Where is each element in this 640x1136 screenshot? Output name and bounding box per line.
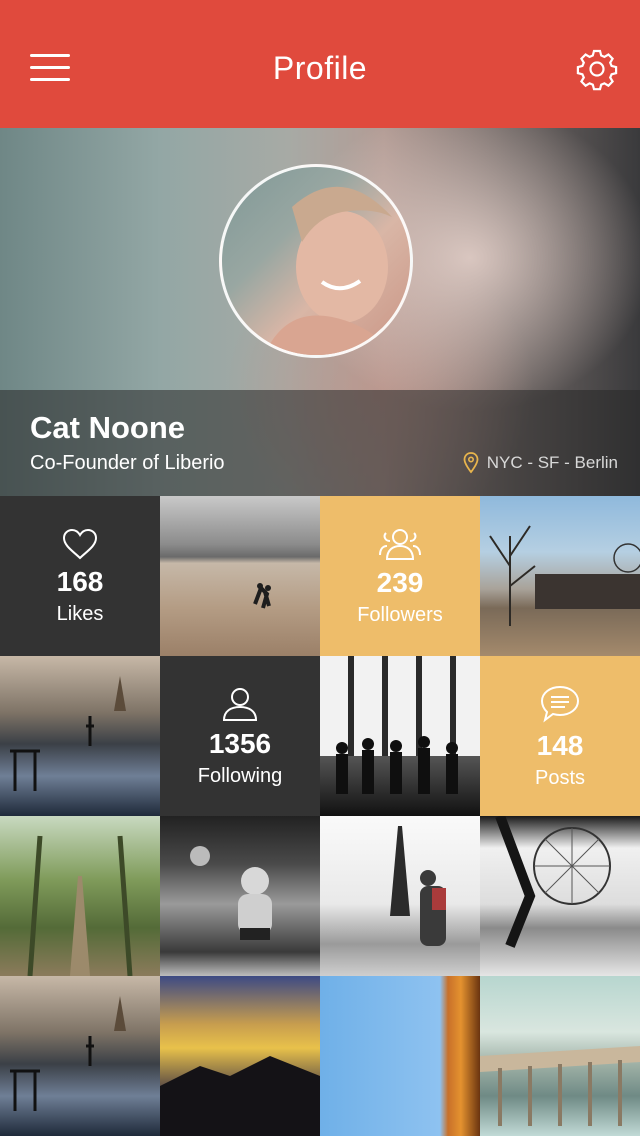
photo-content [10,996,126,1111]
photo-tile[interactable] [320,656,480,816]
posts-count: 148 [536,730,584,761]
profile-location: NYC - SF - Berlin [463,452,618,474]
page-title: Profile [272,50,368,86]
photo-content [489,525,640,626]
followers-stat[interactable]: 239 Followers [320,496,480,656]
photo-tile[interactable] [0,656,160,816]
profile-role: Co-Founder of Liberio [30,452,225,474]
photo-tile[interactable] [0,816,160,976]
gear-icon [576,49,618,91]
photo-tile[interactable] [160,976,320,1136]
app-header: Profile [0,0,640,128]
photo-tile[interactable] [160,816,320,976]
photo-content [390,826,446,946]
photo-tile[interactable] [320,816,480,976]
photo-content [336,736,458,794]
profile-name: Cat Noone [30,410,185,445]
location-text: NYC - SF - Berlin [486,453,618,472]
profile-info-bar: Cat Noone Co-Founder of Liberio NYC - SF… [0,390,640,496]
chat-bubble-icon [540,685,580,723]
likes-stat[interactable]: 168 Likes [0,496,160,656]
following-label: Following [197,765,283,787]
photo-content [190,846,272,940]
users-icon [379,529,421,560]
photo-content [480,1046,640,1126]
photo-tile[interactable] [320,976,480,1136]
profile-grid: 168 Likes 239 Followers 1356 Following 1… [0,496,640,1136]
photo-content [27,835,133,976]
photo-tile[interactable] [480,816,640,976]
heart-icon [62,528,98,560]
avatar[interactable] [219,164,413,358]
following-count: 1356 [208,728,272,759]
photo-content [160,1056,320,1136]
photo-tile[interactable] [480,496,640,656]
following-stat[interactable]: 1356 Following [160,656,320,816]
photo-content [253,583,271,609]
likes-label: Likes [56,603,104,625]
followers-count: 239 [376,567,424,598]
settings-button[interactable] [574,46,620,92]
user-icon [222,688,258,721]
photo-tile[interactable] [480,976,640,1136]
photo-content [495,816,611,948]
photo-content [10,676,126,791]
profile-cover: Cat Noone Co-Founder of Liberio NYC - SF… [0,128,640,496]
map-pin-icon [463,452,479,474]
posts-stat[interactable]: 148 Posts [480,656,640,816]
posts-label: Posts [534,767,586,789]
followers-label: Followers [357,604,443,626]
likes-count: 168 [56,566,104,597]
avatar-photo [264,186,397,355]
photo-tile[interactable] [160,496,320,656]
photo-tile[interactable] [0,976,160,1136]
